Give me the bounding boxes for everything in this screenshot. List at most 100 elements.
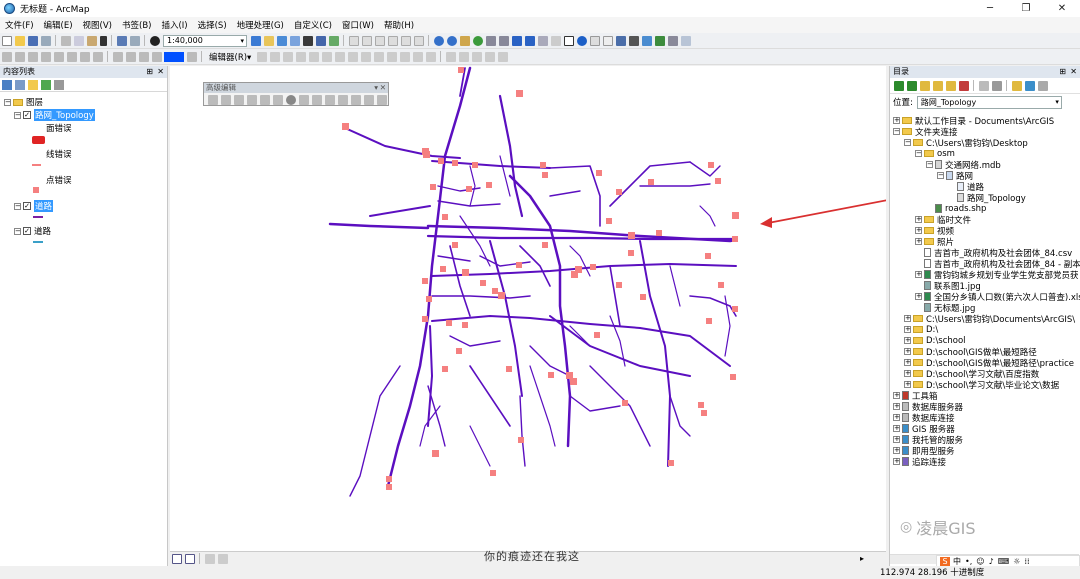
toggle-contents-icon[interactable]	[958, 80, 969, 91]
skin-icon[interactable]: ☼	[1013, 557, 1020, 566]
edit-tool-icon[interactable]	[256, 51, 267, 62]
text-icon[interactable]	[40, 51, 51, 62]
apps-grid-icon[interactable]: ⁞⁞	[1024, 557, 1029, 566]
editor-tool-icon[interactable]	[348, 35, 359, 46]
group-icon[interactable]	[79, 51, 90, 62]
attribute-transfer-icon[interactable]	[376, 95, 387, 105]
expand-icon[interactable]: +	[893, 414, 900, 421]
expand-icon[interactable]: +	[893, 447, 900, 454]
menu-windows[interactable]: 窗口(W)	[337, 19, 379, 31]
data-view-icon[interactable]	[171, 553, 182, 564]
menu-view[interactable]: 视图(V)	[78, 19, 117, 31]
list-by-visibility-icon[interactable]	[28, 79, 38, 90]
expand-icon[interactable]: +	[893, 403, 900, 410]
align-icon[interactable]	[92, 51, 103, 62]
forward-icon[interactable]	[906, 80, 917, 91]
shared-features-icon[interactable]	[497, 51, 508, 62]
expand-icon[interactable]: +	[904, 326, 911, 333]
layout-icon[interactable]	[14, 51, 25, 62]
full-extent-icon[interactable]	[472, 35, 483, 46]
tree-item-dataset[interactable]: − 路网	[937, 170, 973, 182]
expand-icon[interactable]: +	[893, 436, 900, 443]
menu-help[interactable]: 帮助(H)	[379, 19, 419, 31]
curve-icon[interactable]	[295, 51, 306, 62]
fixed-zoom-in-icon[interactable]	[485, 35, 496, 46]
toc-layer-topology[interactable]: − ✓ 路网_Topology	[14, 109, 95, 121]
menu-selection[interactable]: 选择(S)	[193, 19, 232, 31]
tree-item-home-folder[interactable]: + 默认工作目录 - Documents\ArcGIS	[893, 115, 1054, 127]
layer-visibility-checkbox[interactable]: ✓	[23, 111, 31, 119]
microphone-icon[interactable]: ♪	[989, 557, 994, 566]
new-document-icon[interactable]	[1, 35, 12, 46]
copy-icon[interactable]	[73, 35, 84, 46]
tree-item-tracking-connections[interactable]: + 追踪连接	[893, 456, 946, 468]
fillet-icon[interactable]	[220, 95, 231, 105]
punctuation-icon[interactable]: •,	[965, 557, 972, 566]
python-window-icon[interactable]	[315, 35, 326, 46]
layer-visibility-checkbox[interactable]: ✓	[23, 227, 31, 235]
views-dropdown-icon[interactable]	[991, 80, 1002, 91]
expand-icon[interactable]: +	[915, 227, 922, 234]
keyboard-icon[interactable]: ⌨	[998, 557, 1010, 566]
roads-layer-label[interactable]: 道路	[34, 200, 54, 212]
edit-annotation-icon[interactable]	[269, 51, 280, 62]
attributes-icon[interactable]	[399, 51, 410, 62]
reshape-icon[interactable]	[347, 51, 358, 62]
list-by-source-icon[interactable]	[15, 79, 25, 90]
list-by-drawing-order-icon[interactable]	[2, 79, 12, 90]
edit-vertices-icon[interactable]	[334, 51, 345, 62]
maximize-button[interactable]: ❐	[1008, 0, 1044, 17]
tree-item-db-servers[interactable]: + 数据库服务器	[893, 401, 963, 413]
print-icon[interactable]	[40, 35, 51, 46]
tree-item-school[interactable]: + D:\school	[904, 335, 966, 346]
fill-color-swatch[interactable]	[164, 51, 184, 62]
draw-icon[interactable]	[27, 51, 38, 62]
menu-edit[interactable]: 编辑(E)	[39, 19, 78, 31]
rotate-feature-icon[interactable]	[386, 51, 397, 62]
expand-icon[interactable]: +	[893, 117, 900, 124]
minimize-button[interactable]: ─	[972, 0, 1008, 17]
tree-item-gis-servers[interactable]: + GIS 服务器	[893, 423, 955, 435]
tree-item-video[interactable]: + 视频	[915, 225, 954, 237]
fixed-zoom-out-icon[interactable]	[498, 35, 509, 46]
tree-item-xls-1[interactable]: + 雷钧钧城乡规划专业学生党支部党员获	[915, 269, 1079, 281]
cut-polygon-icon[interactable]	[360, 51, 371, 62]
menu-geoprocessing[interactable]: 地理处理(G)	[232, 19, 289, 31]
measure-icon[interactable]	[615, 35, 626, 46]
clear-selection-icon[interactable]	[550, 35, 561, 46]
pin-icon[interactable]: ⊞	[1059, 66, 1066, 78]
time-slider-icon[interactable]	[667, 35, 678, 46]
tree-item-csv-copy[interactable]: 吉首市_政府机构及社会团体_84 - 副本	[924, 258, 1080, 270]
tree-item-csv[interactable]: 吉首市_政府机构及社会团体_84.csv	[924, 247, 1072, 259]
layout-view-icon[interactable]	[184, 553, 195, 564]
midpoint-icon[interactable]	[308, 51, 319, 62]
fix-topology-error-icon[interactable]	[484, 51, 495, 62]
select-features-icon[interactable]	[537, 35, 548, 46]
tree-item-geodatabase[interactable]: − 交通网络.mdb	[926, 159, 1001, 171]
new-folder-icon[interactable]	[1011, 80, 1022, 91]
tree-item-d-drive[interactable]: + D:\	[904, 324, 938, 335]
tree-item-photos[interactable]: + 照片	[915, 236, 954, 248]
model-builder-icon[interactable]	[328, 35, 339, 46]
zoom-out-icon[interactable]	[446, 35, 457, 46]
trim-icon[interactable]	[246, 95, 257, 105]
expand-icon[interactable]: +	[915, 293, 922, 300]
validate-topology-icon[interactable]	[458, 51, 469, 62]
underline-icon[interactable]	[151, 51, 162, 62]
editor-toolbar-icon[interactable]	[250, 35, 261, 46]
search-window-icon[interactable]	[289, 35, 300, 46]
tree-item-osm[interactable]: − osm	[915, 148, 955, 159]
tree-item-roads-shp[interactable]: roads.shp	[935, 203, 986, 214]
redo-icon[interactable]	[129, 35, 140, 46]
expand-icon[interactable]: +	[904, 370, 911, 377]
tree-item-ready-services[interactable]: + 即用型服务	[893, 445, 955, 457]
rubbersheet-icon[interactable]	[350, 95, 361, 105]
tree-item-shortest-path[interactable]: + D:\school\GIS做单\最短路径	[904, 346, 1037, 358]
back-icon[interactable]	[893, 80, 904, 91]
expand-icon[interactable]: +	[893, 425, 900, 432]
tree-item-jpg-2[interactable]: 无标题.jpg	[924, 302, 975, 314]
straight-segment-icon[interactable]	[374, 35, 385, 46]
italic-icon[interactable]	[138, 51, 149, 62]
close-icon[interactable]: ✕	[157, 66, 164, 78]
error-inspector-icon[interactable]	[471, 51, 482, 62]
